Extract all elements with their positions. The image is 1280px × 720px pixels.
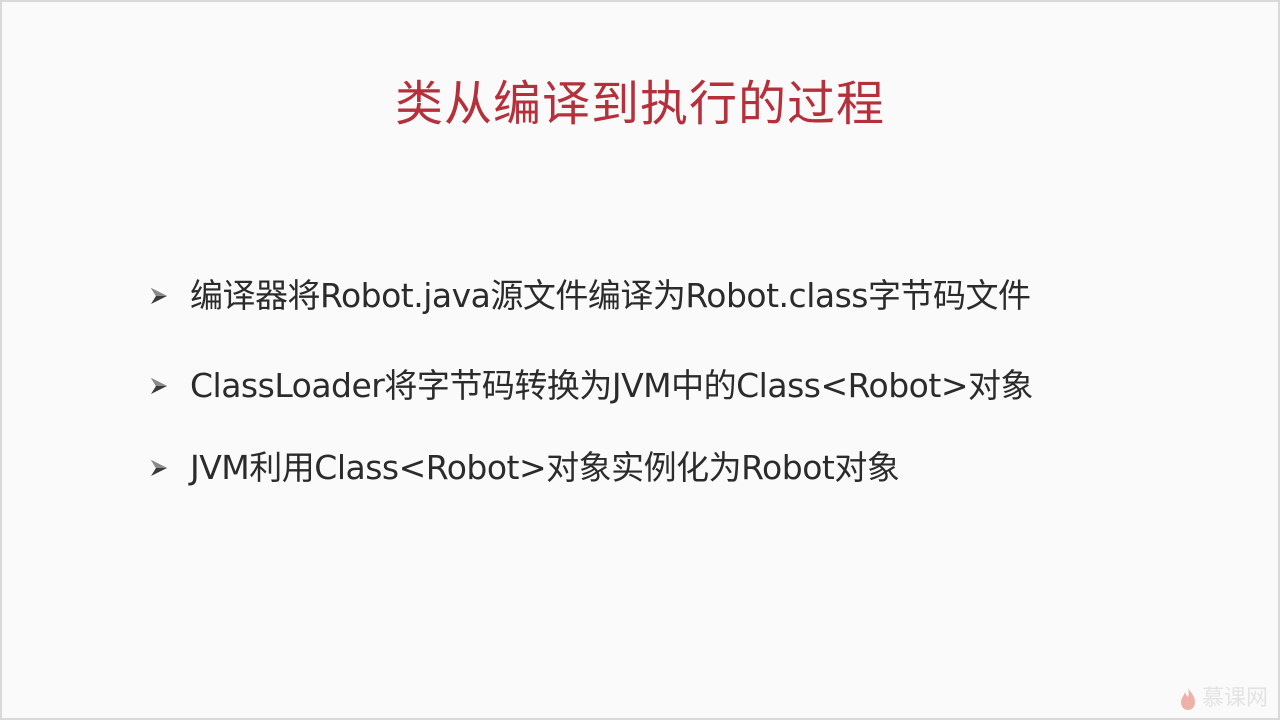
bullet-item: ClassLoader将字节码转换为JVM中的Class<Robot>对象	[142, 360, 1033, 412]
slide: 类从编译到执行的过程 编译器将Robot.java源文件编译为Robot.cla…	[0, 0, 1280, 720]
bullet-item: 编译器将Robot.java源文件编译为Robot.class字节码文件	[142, 270, 1031, 322]
arrow-bullet-icon	[148, 457, 170, 479]
arrow-bullet-icon	[148, 375, 170, 397]
watermark: 慕课网	[1178, 686, 1268, 712]
bullet-text: JVM利用Class<Robot>对象实例化为Robot对象	[190, 448, 900, 487]
arrow-bullet-icon	[148, 285, 170, 307]
bullet-text: 编译器将Robot.java源文件编译为Robot.class字节码文件	[190, 276, 1031, 315]
watermark-text: 慕课网	[1201, 686, 1268, 711]
slide-title: 类从编译到执行的过程	[394, 76, 885, 132]
flame-icon	[1178, 687, 1198, 711]
bullet-item: JVM利用Class<Robot>对象实例化为Robot对象	[142, 442, 900, 494]
bullet-text: ClassLoader将字节码转换为JVM中的Class<Robot>对象	[190, 366, 1033, 405]
